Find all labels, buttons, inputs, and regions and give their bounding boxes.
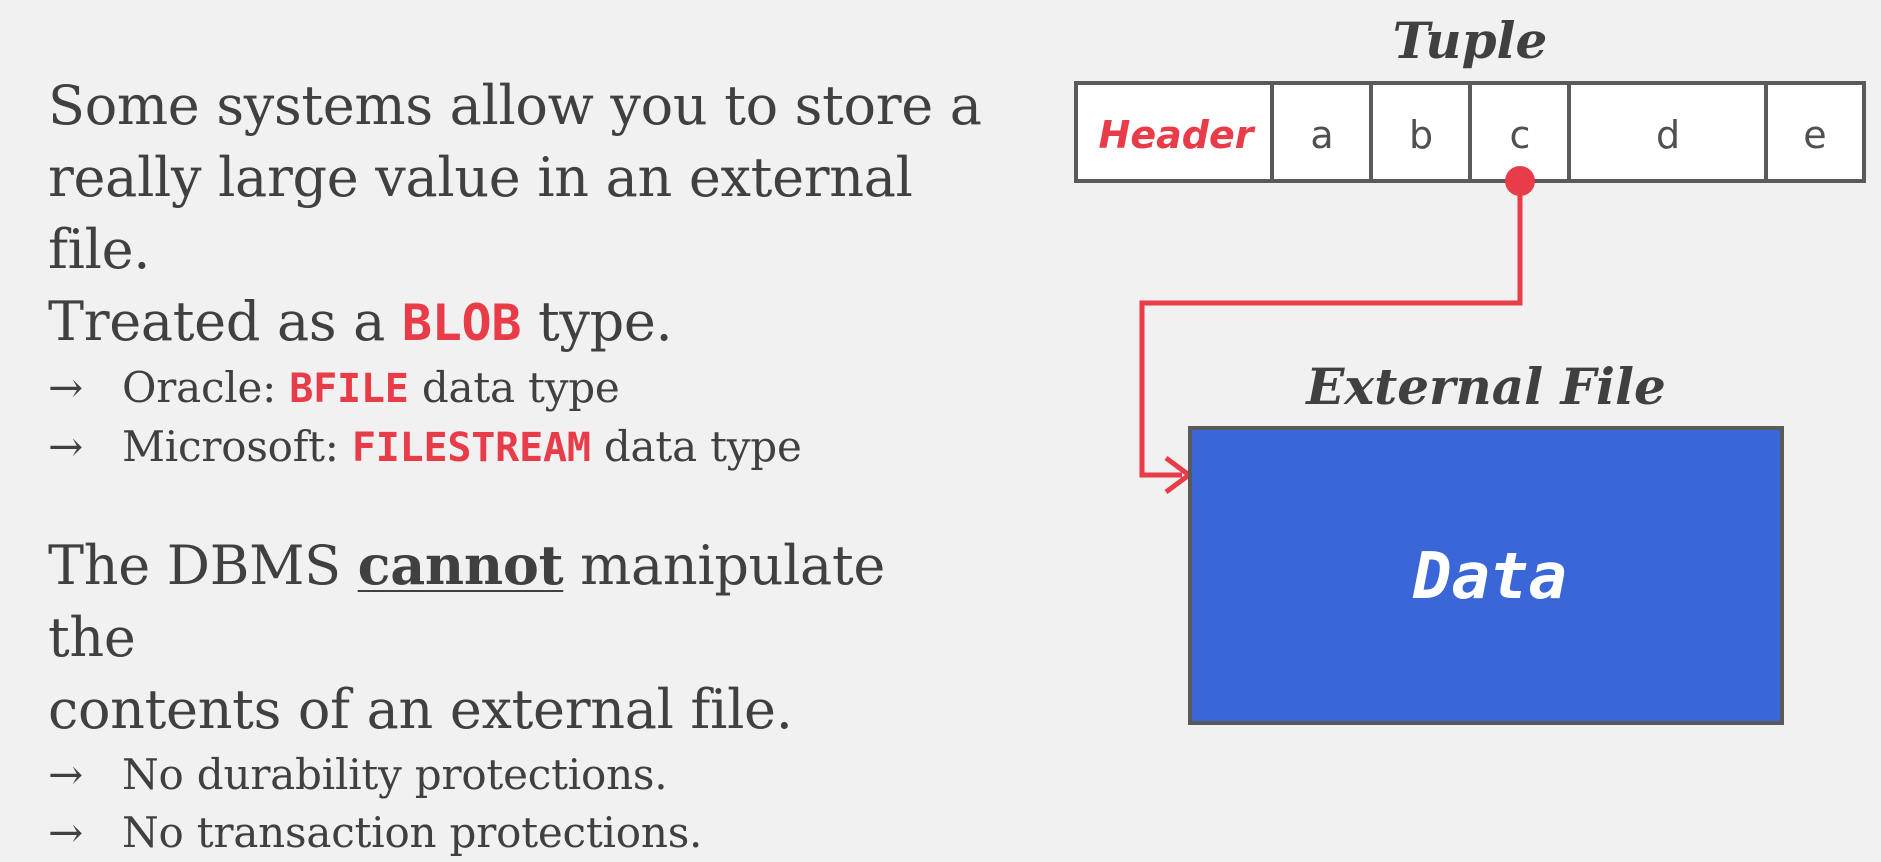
bullet-durability: → No durability protections. (48, 746, 988, 804)
tuple-row: Header a b c d e (1074, 81, 1866, 183)
tuple-cell-e: e (1803, 113, 1826, 157)
bullet-durability-text: No durability protections. (122, 750, 668, 799)
tuple-cell-d: d (1656, 113, 1680, 157)
bullet-transaction-text: No transaction protections. (122, 808, 703, 857)
arrow-icon: → (48, 808, 83, 857)
tuple-cell-c: c (1510, 113, 1531, 157)
tuple-cell-a: a (1310, 113, 1333, 157)
tuple-cell-header: Header (1099, 113, 1256, 157)
data-label: Data (1412, 540, 1567, 614)
external-file-title: External File (1304, 357, 1666, 416)
bullet-transaction: → No transaction protections. (48, 804, 988, 862)
tuple-external-file-diagram: Tuple Header a b c d e External File Dat… (1074, 11, 1866, 725)
arrow-icon: → (48, 750, 83, 799)
pointer-origin-dot (1505, 166, 1535, 196)
tuple-title: Tuple (1393, 11, 1548, 70)
tuple-cell-b: b (1409, 113, 1433, 157)
